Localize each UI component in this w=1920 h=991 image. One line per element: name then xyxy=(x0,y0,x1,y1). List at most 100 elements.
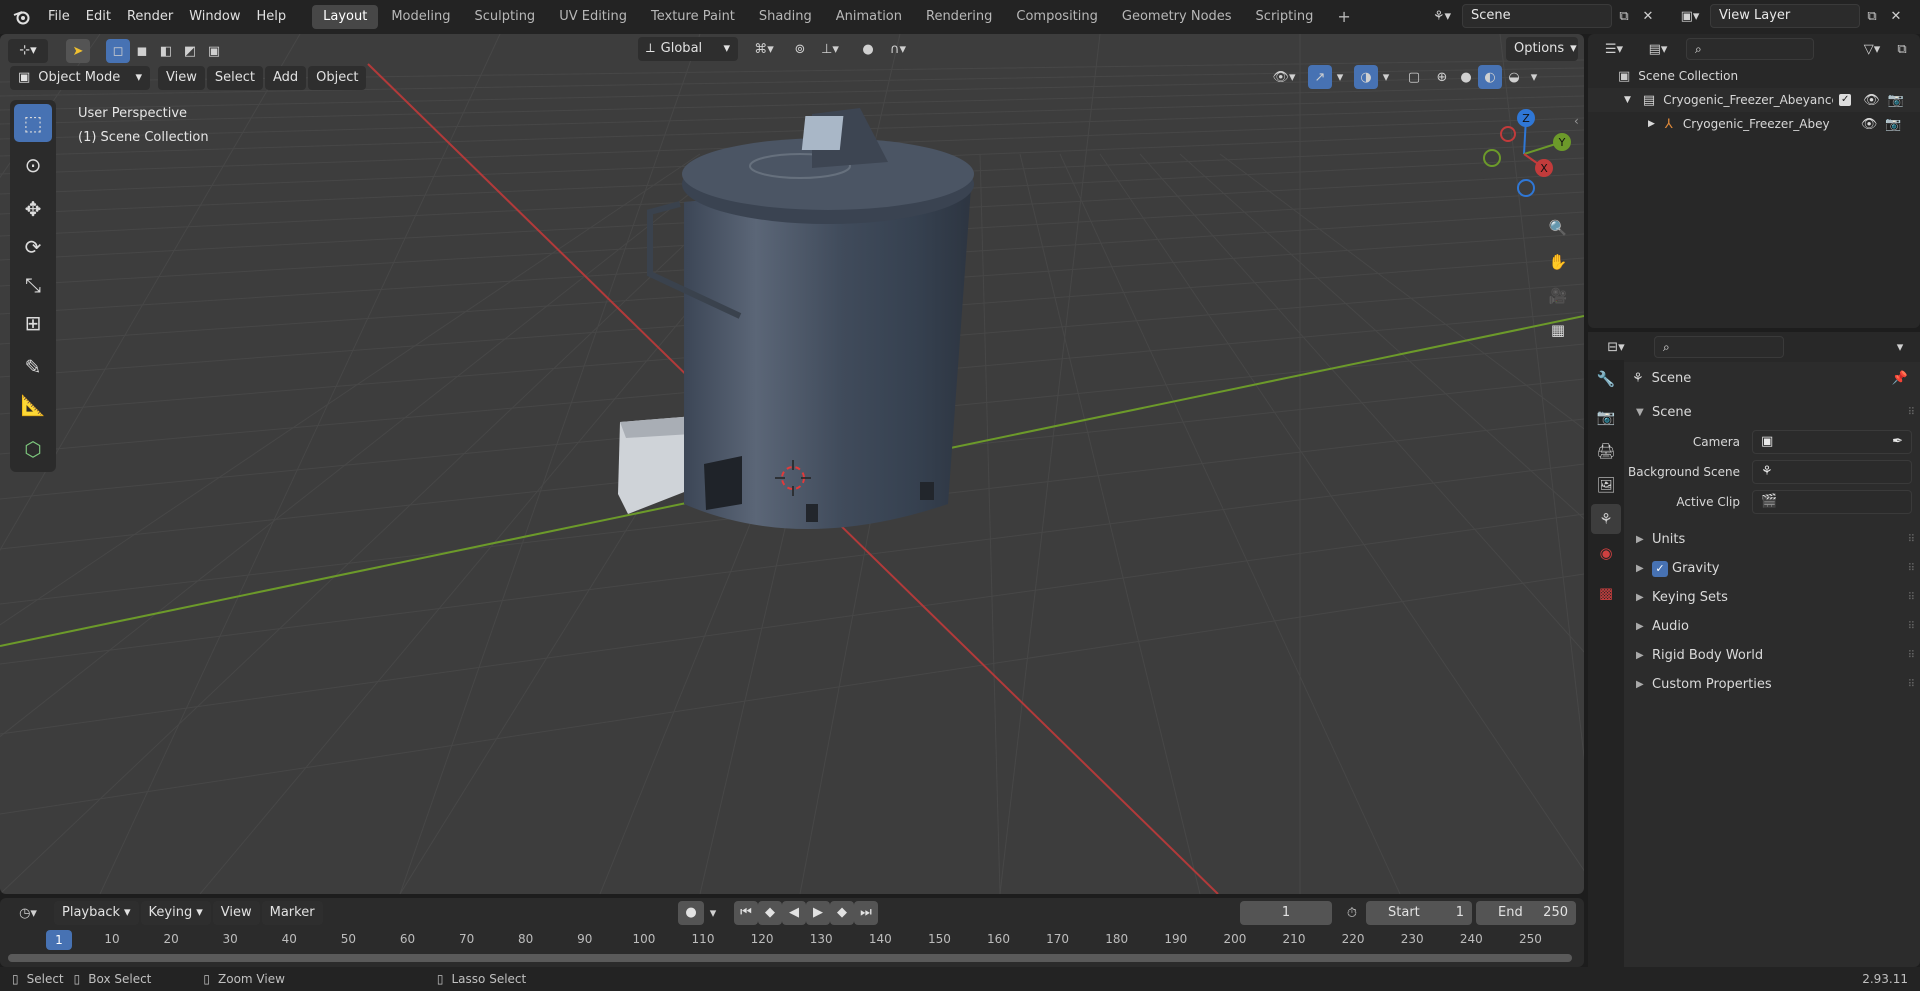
move-tool-icon[interactable]: ✥ xyxy=(14,190,52,228)
measure-tool-icon[interactable]: 📐 xyxy=(14,386,52,424)
snap-target-icon[interactable]: ⊥▾ xyxy=(812,37,848,61)
frame-ruler[interactable]: 1 10 20 30 40 50 60 70 80 90 100 110 120 130 140 150 16… xyxy=(0,930,1584,952)
scale-tool-icon[interactable]: ⤡ xyxy=(14,266,52,304)
drag-grip-icon[interactable]: ⠿ xyxy=(1908,407,1915,418)
select-intersect-icon[interactable]: ▣ xyxy=(202,39,226,63)
exclude-checkbox[interactable]: ✓ xyxy=(1839,94,1852,106)
render-camera-icon[interactable]: 📷 xyxy=(1885,117,1901,132)
end-frame-field[interactable]: End 250 xyxy=(1476,901,1576,925)
copy-scene-icon[interactable]: ⧉ xyxy=(1612,4,1636,28)
stopwatch-icon[interactable]: ⏱ xyxy=(1340,901,1364,925)
outliner-root-row[interactable]: ▣ Scene Collection xyxy=(1588,64,1920,88)
rotate-tool-icon[interactable]: ⟳ xyxy=(14,228,52,266)
editor-type-icon[interactable]: ☰▾ xyxy=(1594,37,1634,61)
drag-grip-icon[interactable]: ⠿ xyxy=(1908,679,1915,690)
collapse-sidebar-icon[interactable]: ‹ xyxy=(1574,114,1579,128)
display-mode-icon[interactable]: ▤▾ xyxy=(1638,37,1678,61)
background-scene-field[interactable]: ⚘ xyxy=(1752,460,1912,484)
annotate-tool-icon[interactable]: ✎ xyxy=(14,348,52,386)
chevron-down-icon[interactable]: ▾ xyxy=(704,901,722,925)
add-workspace-button[interactable]: + xyxy=(1326,5,1361,29)
pan-hand-icon[interactable]: ✋ xyxy=(1544,248,1572,276)
keying-sets-panel-header[interactable]: ▶ Keying Sets ⠿ xyxy=(1624,583,1920,612)
mode-dropdown[interactable]: ▣ Object Mode ▾ xyxy=(10,66,150,90)
menu-select[interactable]: Select xyxy=(206,66,263,90)
new-collection-icon[interactable]: ⧉ xyxy=(1890,37,1914,61)
render-camera-icon[interactable]: 📷 xyxy=(1888,93,1904,108)
tab-scripting[interactable]: Scripting xyxy=(1245,5,1325,29)
tab-sculpting[interactable]: Sculpting xyxy=(463,5,546,29)
texture-tab-icon[interactable]: ▩ xyxy=(1591,578,1621,608)
audio-panel-header[interactable]: ▶ Audio ⠿ xyxy=(1624,612,1920,641)
menu-help[interactable]: Help xyxy=(249,0,295,34)
view-layer-field[interactable]: View Layer xyxy=(1710,4,1860,28)
copy-view-layer-icon[interactable]: ⧉ xyxy=(1860,4,1884,28)
tab-uv-editing[interactable]: UV Editing xyxy=(548,5,638,29)
properties-search-input[interactable]: ⌕ xyxy=(1654,336,1784,358)
gravity-checkbox[interactable]: ✓ xyxy=(1652,560,1668,577)
material-shading-icon[interactable]: ◐ xyxy=(1478,65,1502,89)
neg-z-axis-icon[interactable] xyxy=(1517,179,1535,197)
next-keyframe-icon[interactable]: ◆ xyxy=(830,901,854,925)
playback-dropdown[interactable]: Playback ▾ xyxy=(54,901,139,925)
disclosure-right-icon[interactable]: ▶ xyxy=(1648,119,1655,129)
tab-layout[interactable]: Layout xyxy=(312,5,379,29)
proportional-edit-icon[interactable]: ● xyxy=(856,37,880,61)
select-invert-icon[interactable]: ◩ xyxy=(178,39,202,63)
menu-object[interactable]: Object xyxy=(308,66,367,90)
scene-panel-header[interactable]: ▼ Scene ⠿ xyxy=(1624,398,1920,427)
drag-grip-icon[interactable]: ⠿ xyxy=(1908,534,1915,545)
tab-rendering[interactable]: Rendering xyxy=(915,5,1003,29)
play-icon[interactable]: ▶ xyxy=(806,901,830,925)
chevron-down-icon[interactable]: ▾ xyxy=(1332,65,1348,89)
chevron-down-icon[interactable]: ▾ xyxy=(1526,65,1542,89)
rendered-shading-icon[interactable]: ◒ xyxy=(1502,65,1526,89)
view-layer-icon[interactable]: ▣▾ xyxy=(1670,4,1710,28)
active-clip-field[interactable]: 🎬 xyxy=(1752,490,1912,514)
menu-view[interactable]: View xyxy=(158,66,205,90)
grid-toggle-icon[interactable]: ▦ xyxy=(1544,316,1572,344)
scrollbar-thumb[interactable] xyxy=(8,954,1572,962)
eye-icon[interactable]: 👁 xyxy=(1861,117,1878,132)
jump-end-icon[interactable]: ⏭ xyxy=(854,901,878,925)
visibility-icon[interactable]: 👁▾ xyxy=(1266,65,1302,89)
editor-type-icon[interactable]: ⊹▾ xyxy=(8,39,48,63)
record-icon[interactable]: ● xyxy=(678,901,704,925)
view-layer-tab-icon[interactable]: 🖼 xyxy=(1591,470,1621,500)
scene-name-field[interactable]: Scene xyxy=(1462,4,1612,28)
select-new-icon[interactable]: ◻ xyxy=(106,39,130,63)
units-panel-header[interactable]: ▶ Units ⠿ xyxy=(1624,525,1920,554)
outliner-search-input[interactable]: ⌕ xyxy=(1686,38,1814,60)
filter-icon[interactable]: ▽▾ xyxy=(1854,37,1890,61)
tab-animation[interactable]: Animation xyxy=(825,5,913,29)
gizmo-toggle-icon[interactable]: ↗ xyxy=(1308,65,1332,89)
drag-grip-icon[interactable]: ⠿ xyxy=(1908,621,1915,632)
snap-icon[interactable]: ⊚ xyxy=(788,37,812,61)
chevron-down-icon[interactable]: ▾ xyxy=(1888,335,1912,359)
menu-add[interactable]: Add xyxy=(264,66,307,90)
menu-render[interactable]: Render xyxy=(119,0,181,34)
options-dropdown[interactable]: Options ▾ xyxy=(1506,37,1578,61)
select-box-tool-icon[interactable]: ⬚ xyxy=(14,104,52,142)
playhead[interactable]: 1 xyxy=(46,930,72,950)
menu-file[interactable]: File xyxy=(40,0,78,34)
scene-icon[interactable]: ⚘▾ xyxy=(1422,4,1462,28)
camera-field[interactable]: ▣ ✒ xyxy=(1752,430,1912,454)
world-tab-icon[interactable]: ◉ xyxy=(1591,538,1621,568)
overlay-toggle-icon[interactable]: ◑ xyxy=(1354,65,1378,89)
zoom-icon[interactable]: 🔍 xyxy=(1544,214,1572,242)
editor-type-icon[interactable]: ◷▾ xyxy=(8,901,48,925)
editor-type-icon[interactable]: ⊟▾ xyxy=(1596,335,1636,359)
render-tab-icon[interactable]: 📷 xyxy=(1591,402,1621,432)
tab-shading[interactable]: Shading xyxy=(748,5,823,29)
tab-modeling[interactable]: Modeling xyxy=(380,5,461,29)
output-tab-icon[interactable]: 🖨 xyxy=(1591,436,1621,466)
timeline-scrollbar[interactable] xyxy=(8,954,1572,962)
cursor-tool-icon[interactable]: ⊙ xyxy=(14,146,52,184)
blender-logo-icon[interactable] xyxy=(10,5,34,29)
menu-edit[interactable]: Edit xyxy=(78,0,119,34)
transform-orientation-dropdown[interactable]: ⟂ Global ▾ xyxy=(638,37,738,61)
select-subtract-icon[interactable]: ◧ xyxy=(154,39,178,63)
drag-grip-icon[interactable]: ⠿ xyxy=(1908,650,1915,661)
drag-grip-icon[interactable]: ⠿ xyxy=(1908,563,1915,574)
